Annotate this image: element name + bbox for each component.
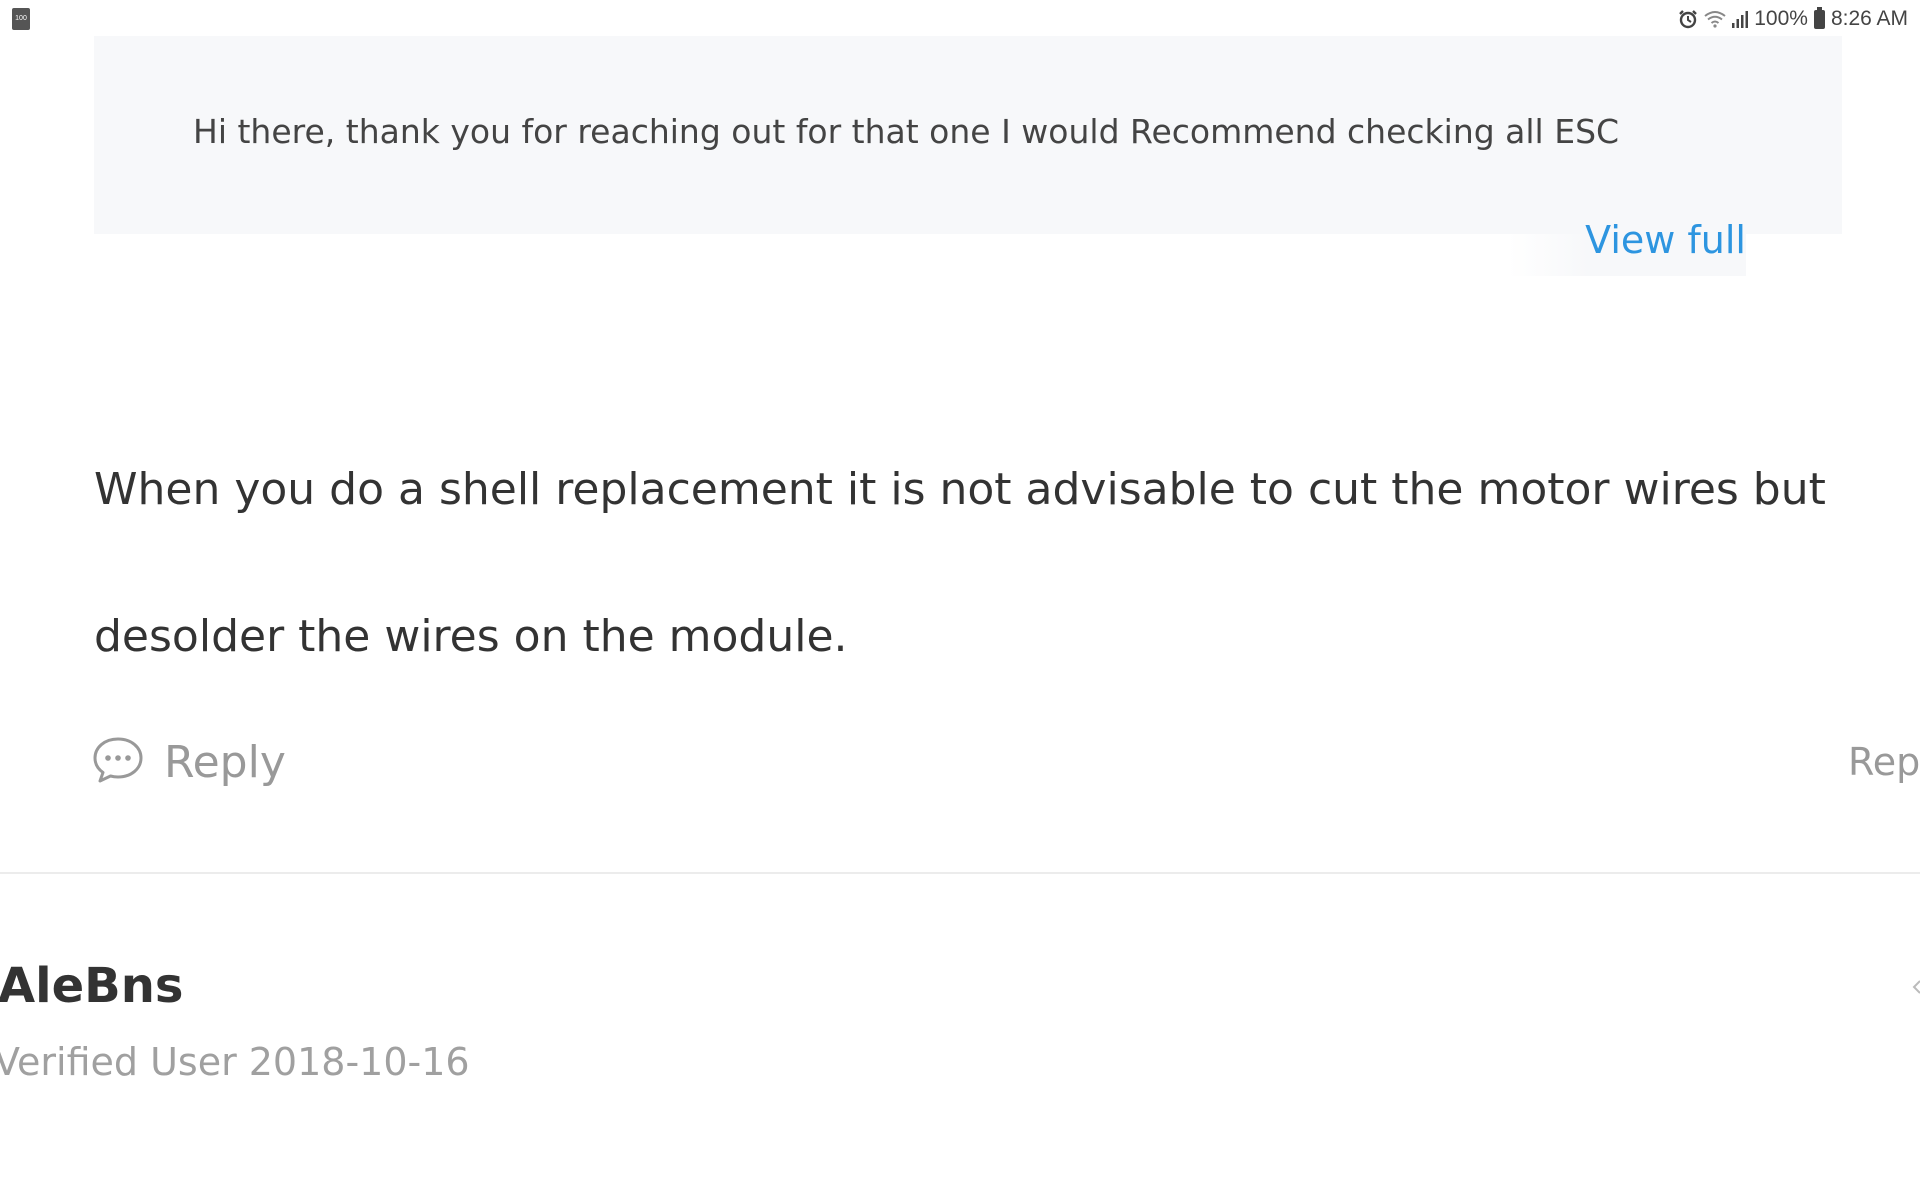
signal-icon [1732,10,1749,28]
status-bar-right: 100% 8:26 AM [1678,6,1908,31]
verified-badge: Verified User [0,1040,237,1084]
review-date: 2018-10-16 [248,1040,470,1084]
seller-reply-text: Hi there, thank you for reaching out for… [193,112,1620,151]
report-button[interactable]: Report [1848,732,1920,792]
divider [0,872,1920,874]
chevron-left-icon[interactable] [1912,980,1920,994]
reply-button[interactable]: Reply [92,732,286,792]
alarm-icon [1678,9,1698,29]
reviewer-meta: Verified User 2018-10-16 [0,1034,470,1090]
wifi-icon [1704,10,1726,28]
reviewer-username: AleBns [0,958,184,1014]
status-time: 8:26 AM [1830,7,1908,30]
chat-bubble-icon [92,736,144,788]
battery-saver-icon: 100 [12,8,30,30]
page: 100 100% 8:26 AM Hi there, thank you for… [0,0,1920,1200]
review-text: When you do a shell replacement it is no… [94,464,1826,662]
battery-icon [1813,6,1825,29]
reply-label: Reply [164,736,286,788]
view-full-link[interactable]: View full [1508,204,1746,276]
status-bar: 100 100% 8:26 AM [0,0,1920,38]
battery-percent: 100% [1754,7,1808,30]
